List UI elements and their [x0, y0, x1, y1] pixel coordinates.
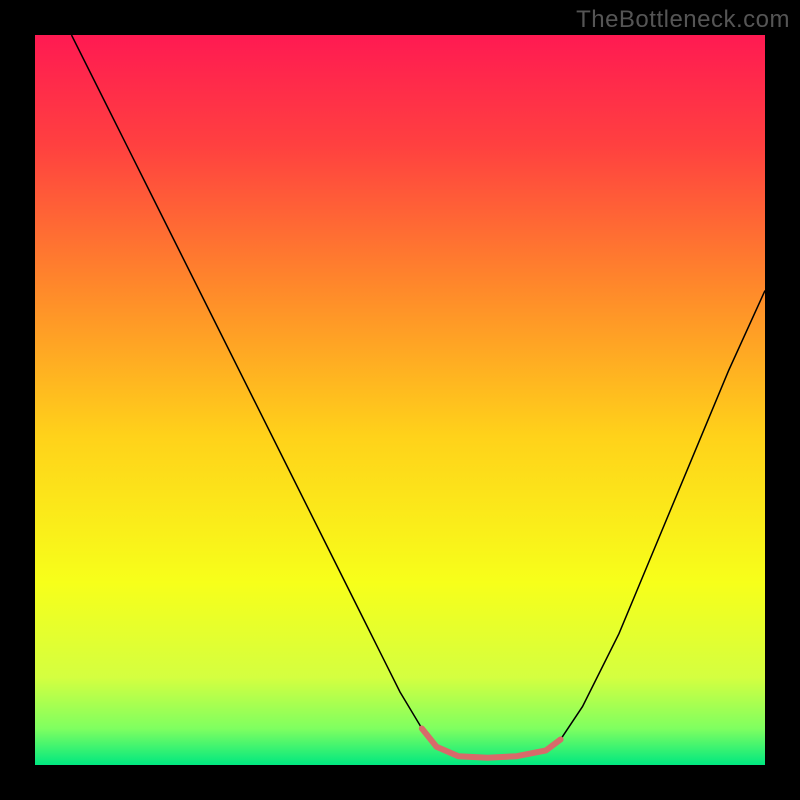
chart-container: TheBottleneck.com	[0, 0, 800, 800]
bottleneck-curve	[72, 35, 766, 758]
chart-curves	[35, 35, 765, 765]
bottom-highlight-segment	[422, 729, 561, 758]
plot-area	[35, 35, 765, 765]
watermark-text: TheBottleneck.com	[576, 6, 790, 34]
